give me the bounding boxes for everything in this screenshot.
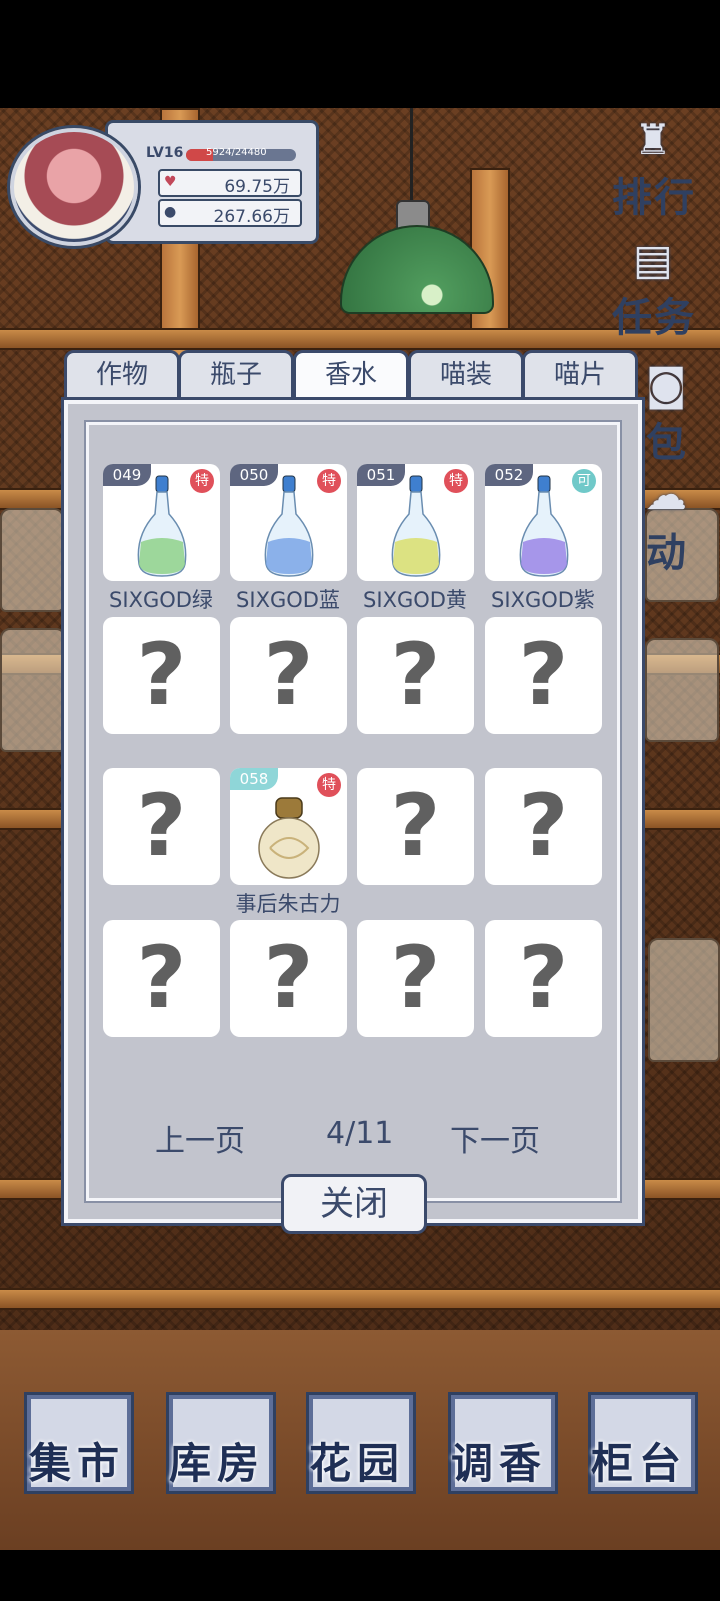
prev-page-button[interactable]: 上一页 xyxy=(155,1116,245,1160)
perfume-slot[interactable]: 050 特 xyxy=(230,464,347,581)
question-mark-icon: ? xyxy=(518,776,569,876)
question-mark-icon: ? xyxy=(390,625,441,725)
tab-cat-outfits[interactable]: 喵装 xyxy=(408,350,524,400)
question-mark-icon: ? xyxy=(263,625,314,725)
locked-slot[interactable]: ? xyxy=(357,920,474,1037)
locked-slot[interactable]: ? xyxy=(103,617,220,734)
tasks-button[interactable]: ▤ 任务 xyxy=(606,235,702,341)
trophy-icon: ♜ xyxy=(634,115,674,164)
locked-slot[interactable]: ? xyxy=(230,617,347,734)
category-tabs: 作物 瓶子 香水 喵装 喵片 xyxy=(64,350,638,400)
currency2-value: 267.66万 xyxy=(213,207,290,227)
question-mark-icon: ? xyxy=(518,928,569,1028)
nav-counter[interactable]: 柜台 xyxy=(574,1430,704,1491)
rank-button[interactable]: ♜ 排行 xyxy=(606,115,702,221)
locked-slot[interactable]: ? xyxy=(103,920,220,1037)
question-mark-icon: ? xyxy=(136,625,187,725)
perfume-slot[interactable]: 058 特 xyxy=(230,768,347,885)
locked-slot[interactable]: ? xyxy=(357,768,474,885)
perfume-bottle-icon xyxy=(264,475,314,577)
question-mark-icon: ? xyxy=(390,928,441,1028)
jar-decoration xyxy=(648,938,720,1062)
heart-icon: ♥ xyxy=(164,174,177,190)
jar-decoration xyxy=(0,628,66,752)
perfume-slot[interactable]: 049 特 xyxy=(103,464,220,581)
page-indicator: 4/11 xyxy=(326,1116,394,1151)
close-button[interactable]: 关闭 xyxy=(281,1174,427,1234)
perfume-slot[interactable]: 052 可 xyxy=(485,464,602,581)
perfume-name: SIXGOD黄 xyxy=(363,588,467,612)
rank-label: 排行 xyxy=(612,175,696,221)
perfume-name: SIXGOD绿 xyxy=(109,588,213,612)
currency1-row: ♥ 69.75万 xyxy=(158,169,302,197)
perfume-bottle-icon xyxy=(519,475,569,577)
tab-cat-cards[interactable]: 喵片 xyxy=(522,350,638,400)
perfume-bottle-icon xyxy=(258,797,320,879)
perfume-slot[interactable]: 051 特 xyxy=(357,464,474,581)
locked-slot[interactable]: ? xyxy=(357,617,474,734)
locked-slot[interactable]: ? xyxy=(485,768,602,885)
perfume-bottle-icon xyxy=(137,475,187,577)
locked-slot[interactable]: ? xyxy=(103,768,220,885)
events-label: 动 xyxy=(646,530,688,576)
locked-slot[interactable]: ? xyxy=(230,920,347,1037)
player-avatar[interactable] xyxy=(10,128,138,246)
question-mark-icon: ? xyxy=(136,928,187,1028)
question-mark-icon: ? xyxy=(390,776,441,876)
nav-storage[interactable]: 库房 xyxy=(152,1430,282,1491)
perfume-bottle-icon xyxy=(391,475,441,577)
cloud-icon: ☁ xyxy=(645,470,689,519)
tasks-label: 任务 xyxy=(612,295,696,341)
currency2-row: ● 267.66万 xyxy=(158,199,302,227)
jar-decoration xyxy=(645,638,719,742)
tab-crops[interactable]: 作物 xyxy=(64,350,180,400)
xp-text: 5924/24480 xyxy=(206,147,267,158)
bag-icon: ◙ xyxy=(645,360,689,409)
perfume-name: SIXGOD蓝 xyxy=(236,588,340,612)
nav-market[interactable]: 集市 xyxy=(12,1430,142,1491)
jar-decoration xyxy=(0,508,64,612)
question-mark-icon: ? xyxy=(263,928,314,1028)
nav-garden[interactable]: 花园 xyxy=(292,1430,422,1491)
tab-bottles[interactable]: 瓶子 xyxy=(178,350,294,400)
next-page-button[interactable]: 下一页 xyxy=(450,1116,540,1160)
bag-button[interactable]: ◙ 包 xyxy=(632,360,702,466)
bag-label: 包 xyxy=(646,420,688,466)
nav-blend[interactable]: 调香 xyxy=(434,1430,564,1491)
clipboard-icon: ▤ xyxy=(633,235,675,284)
tab-perfume[interactable]: 香水 xyxy=(293,350,409,400)
player-card[interactable]: LV16 5924/24480 ♥ 69.75万 ● 267.66万 xyxy=(10,120,319,246)
perfume-name: SIXGOD紫 xyxy=(491,588,595,612)
shelf xyxy=(0,1288,720,1310)
lamp-cord xyxy=(410,108,413,203)
player-level: LV16 xyxy=(146,145,184,161)
question-mark-icon: ? xyxy=(518,625,569,725)
question-mark-icon: ? xyxy=(136,776,187,876)
events-button[interactable]: ☁ 动 xyxy=(632,470,702,576)
perfume-name: 事后朱古力 xyxy=(235,892,341,916)
currency1-value: 69.75万 xyxy=(224,177,290,197)
locked-slot[interactable]: ? xyxy=(485,617,602,734)
locked-slot[interactable]: ? xyxy=(485,920,602,1037)
paw-icon: ● xyxy=(164,204,177,220)
